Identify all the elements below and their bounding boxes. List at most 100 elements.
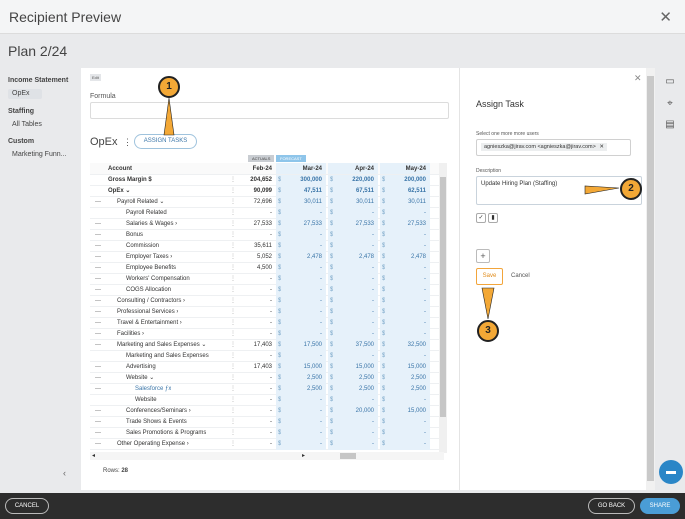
cell-mar[interactable]: 300,000	[286, 175, 322, 186]
collapse-toggle[interactable]: —	[95, 439, 101, 450]
table-row[interactable]: — Advertising ⋮ 17,403 $15,000 $15,000 $15,000	[90, 362, 444, 373]
scroll-right-icon[interactable]: ▸	[302, 452, 305, 459]
table-row[interactable]: Marketing and Sales Expenses ⋮ - $ - $ - $ -	[90, 351, 444, 362]
cell-feb[interactable]: -	[232, 384, 272, 395]
cell-feb[interactable]: -	[232, 417, 272, 428]
cell-feb[interactable]: 17,403	[232, 362, 272, 373]
chat-icon[interactable]: ▬	[659, 460, 683, 484]
cell-apr[interactable]: 2,500	[338, 373, 374, 384]
cell-apr[interactable]: -	[338, 263, 374, 274]
cell-may[interactable]: -	[390, 296, 426, 307]
cell-apr[interactable]: 30,011	[338, 197, 374, 208]
collapse-toggle[interactable]: —	[95, 417, 101, 428]
cell-may[interactable]: -	[390, 318, 426, 329]
table-row[interactable]: — Employee Benefits ⋮ 4,500 $ - $ - $ -	[90, 263, 444, 274]
cell-apr[interactable]: -	[338, 417, 374, 428]
cell-mar[interactable]: -	[286, 285, 322, 296]
cell-may[interactable]: -	[390, 417, 426, 428]
cell-apr[interactable]: -	[338, 329, 374, 340]
table-row[interactable]: — Workers' Compensation ⋮ - $ - $ - $ -	[90, 274, 444, 285]
collapse-toggle[interactable]: —	[95, 219, 101, 230]
cell-may[interactable]: 15,000	[390, 406, 426, 417]
more-icon[interactable]: ⋮	[123, 137, 132, 148]
cell-may[interactable]: 200,000	[390, 175, 426, 186]
table-row[interactable]: — Other Operating Expense › ⋮ - $ - $ - $ -	[90, 439, 444, 450]
cell-apr[interactable]: -	[338, 208, 374, 219]
formula-input[interactable]	[90, 102, 449, 119]
cell-feb[interactable]: 4,500	[232, 263, 272, 274]
cell-may[interactable]: -	[390, 351, 426, 362]
nav-item-all-tables[interactable]: All Tables	[8, 120, 68, 130]
cell-feb[interactable]: 17,403	[232, 340, 272, 351]
cell-may[interactable]: -	[390, 285, 426, 296]
table-row[interactable]: — Payroll Related ⌄ ⋮ 72,696 $30,011 $30,011 $…	[90, 197, 444, 208]
cell-feb[interactable]: 35,611	[232, 241, 272, 252]
cell-apr[interactable]: 2,478	[338, 252, 374, 263]
cell-may[interactable]: -	[390, 230, 426, 241]
cell-apr[interactable]: -	[338, 307, 374, 318]
cell-may[interactable]: -	[390, 307, 426, 318]
cell-apr[interactable]: 67,511	[338, 186, 374, 197]
cell-may[interactable]: 62,511	[390, 186, 426, 197]
cell-mar[interactable]: -	[286, 263, 322, 274]
cell-may[interactable]: -	[390, 274, 426, 285]
table-row[interactable]: OpEx ⌄ ⋮ 90,099 $47,511 $67,511 $62,511	[90, 186, 444, 197]
collapse-toggle[interactable]: —	[95, 384, 101, 395]
cell-may[interactable]: 2,500	[390, 384, 426, 395]
cell-mar[interactable]: -	[286, 230, 322, 241]
table-row[interactable]: Website ⋮ - $ - $ - $ -	[90, 395, 444, 406]
check-icon[interactable]: ✓	[476, 213, 486, 223]
cell-mar[interactable]: -	[286, 296, 322, 307]
table-row[interactable]: — Conferences/Seminars › ⋮ - $ - $20,000 $15,00…	[90, 406, 444, 417]
cell-apr[interactable]: -	[338, 351, 374, 362]
collapse-toggle[interactable]: —	[95, 329, 101, 340]
table-row[interactable]: — Commission ⋮ 35,611 $ - $ - $ -	[90, 241, 444, 252]
table-row[interactable]: — Facilities › ⋮ - $ - $ - $ -	[90, 329, 444, 340]
cell-mar[interactable]: 15,000	[286, 362, 322, 373]
collapse-toggle[interactable]: —	[95, 406, 101, 417]
cell-feb[interactable]: 27,533	[232, 219, 272, 230]
cell-may[interactable]: -	[390, 395, 426, 406]
cell-mar[interactable]: -	[286, 439, 322, 450]
close-icon[interactable]: ✕	[634, 73, 642, 84]
cell-feb[interactable]: -	[232, 296, 272, 307]
trash-icon[interactable]: ▮	[488, 213, 498, 223]
cell-apr[interactable]: 220,000	[338, 175, 374, 186]
users-select[interactable]: agnieszka@jirav.com <agnieszka@jirav.com…	[476, 139, 631, 156]
nav-item-opex[interactable]: OpEx	[8, 89, 42, 99]
collapse-toggle[interactable]: —	[95, 296, 101, 307]
go-back-button[interactable]: GO BACK	[588, 498, 635, 514]
cell-feb[interactable]: -	[232, 285, 272, 296]
cell-mar[interactable]: -	[286, 329, 322, 340]
cell-may[interactable]: -	[390, 329, 426, 340]
cell-feb[interactable]: -	[232, 208, 272, 219]
table-row[interactable]: — Trade Shows & Events ⋮ - $ - $ - $ -	[90, 417, 444, 428]
collapse-toggle[interactable]: —	[95, 285, 101, 296]
collapse-toggle[interactable]: —	[95, 340, 101, 351]
cell-may[interactable]: 2,500	[390, 373, 426, 384]
cell-may[interactable]: 2,478	[390, 252, 426, 263]
chevron-left-icon[interactable]: ‹	[63, 468, 66, 478]
table-row[interactable]: Gross Margin $ ⋮ 204,652 $300,000 $220,000 $2…	[90, 175, 444, 186]
cell-may[interactable]: -	[390, 428, 426, 439]
cell-apr[interactable]: 20,000	[338, 406, 374, 417]
cell-mar[interactable]: -	[286, 406, 322, 417]
table-row[interactable]: — Employer Taxes › ⋮ 5,052 $2,478 $2,478 $2,47…	[90, 252, 444, 263]
cell-feb[interactable]: -	[232, 428, 272, 439]
cell-apr[interactable]: -	[338, 230, 374, 241]
cell-feb[interactable]: 5,052	[232, 252, 272, 263]
cancel-link[interactable]: Cancel	[511, 273, 530, 279]
grid-horizontal-scrollbar[interactable]: ◂ ▸	[90, 452, 444, 460]
comment-icon[interactable]: ▭	[664, 76, 676, 88]
cell-apr[interactable]: 15,000	[338, 362, 374, 373]
table-row[interactable]: — Marketing and Sales Expenses ⌄ ⋮ 17,403 $1…	[90, 340, 444, 351]
cell-mar[interactable]: 47,511	[286, 186, 322, 197]
cell-may[interactable]: 30,011	[390, 197, 426, 208]
cancel-button[interactable]: CANCEL	[5, 498, 49, 514]
assign-tasks-button[interactable]: ASSIGN TASKS	[134, 134, 197, 149]
collapse-toggle[interactable]: —	[95, 318, 101, 329]
cell-apr[interactable]: -	[338, 296, 374, 307]
cell-apr[interactable]: -	[338, 318, 374, 329]
cell-feb[interactable]: -	[232, 230, 272, 241]
cell-apr[interactable]: -	[338, 395, 374, 406]
